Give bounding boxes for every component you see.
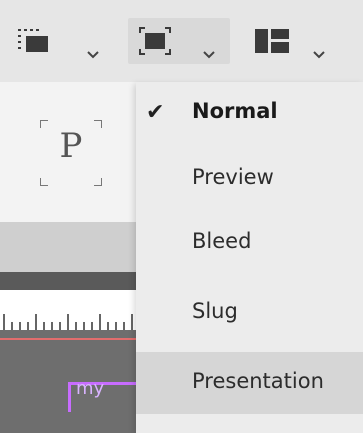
screen-mode-icon [139, 27, 171, 55]
document-canvas: P my [0, 82, 148, 433]
ruler-ticks [3, 314, 133, 330]
menu-item-label: Presentation [192, 369, 324, 393]
arrange-documents-icon [255, 29, 289, 53]
chevron-down-icon [313, 51, 325, 59]
placeholder-character: P [59, 126, 83, 166]
horizontal-ruler [0, 290, 136, 330]
menu-item-preview[interactable]: Preview [136, 148, 363, 210]
menu-item-bleed[interactable]: Bleed [136, 212, 363, 274]
menu-item-label: Normal [192, 99, 278, 123]
arrange-documents-button[interactable] [246, 18, 356, 64]
frame-grid-icon [18, 29, 48, 52]
menu-item-label: Bleed [192, 229, 252, 253]
screen-mode-menu: ✔ Normal Preview Bleed Slug Presentation [136, 82, 363, 433]
menu-item-presentation[interactable]: Presentation [136, 352, 363, 414]
menu-item-label: Slug [192, 299, 238, 323]
text-frame-content: my [76, 378, 105, 399]
chevron-down-icon [203, 51, 215, 59]
toolbar [0, 0, 363, 82]
placeholder-frame: P [40, 120, 102, 186]
screen-mode-button[interactable] [128, 18, 230, 64]
frame-grid-button[interactable] [6, 18, 112, 64]
menu-item-label: Preview [192, 165, 274, 189]
menu-item-normal[interactable]: ✔ Normal [136, 82, 363, 144]
pasteboard [0, 222, 136, 272]
glyph-preview-area: P [0, 82, 136, 222]
panel-divider [0, 272, 136, 290]
menu-item-slug[interactable]: Slug [136, 282, 363, 344]
checkmark-icon: ✔ [146, 100, 165, 125]
chevron-down-icon [87, 51, 99, 59]
margin-guide [0, 338, 136, 340]
